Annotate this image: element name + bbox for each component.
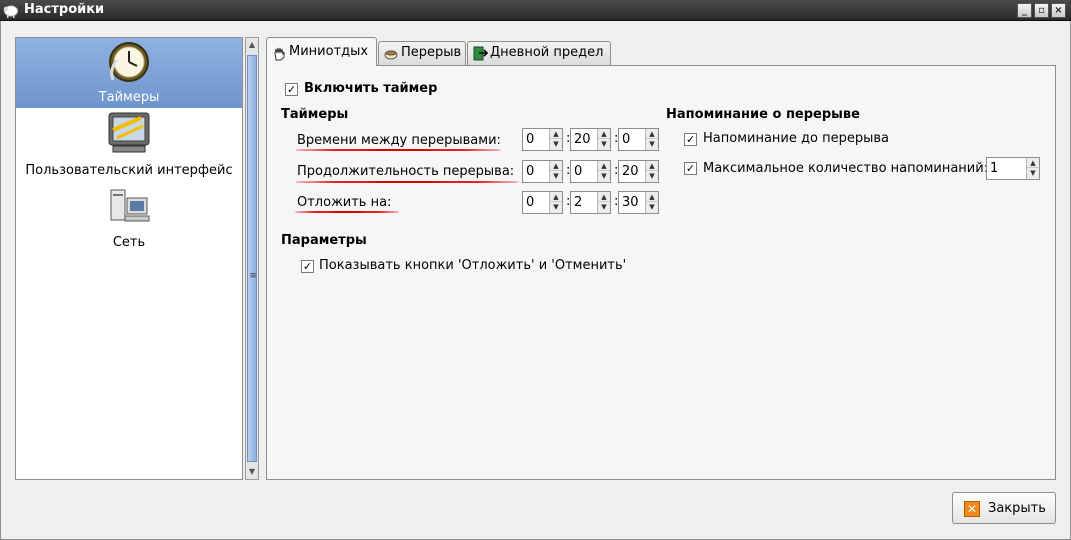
- spinner-value[interactable]: 0: [574, 164, 582, 179]
- close-icon: ✕: [964, 501, 980, 517]
- spin-down-icon[interactable]: ▼: [646, 202, 658, 212]
- reminder-before-label[interactable]: Напоминание до перерыва: [703, 131, 889, 146]
- spinner-value[interactable]: 2: [574, 195, 582, 210]
- duration-hours-spinner[interactable]: 0 ▲ ▼: [522, 160, 563, 183]
- title-bar: Настройки _ ▫ ×: [0, 0, 1071, 21]
- spin-up-icon[interactable]: ▲: [646, 192, 658, 202]
- postpone-label: Отложить на:: [297, 195, 392, 210]
- spin-up-icon[interactable]: ▲: [646, 161, 658, 171]
- spin-down-icon[interactable]: ▼: [598, 202, 610, 212]
- timers-heading: Таймеры: [281, 107, 349, 122]
- spin-up-icon[interactable]: ▲: [598, 192, 610, 202]
- spin-down-icon[interactable]: ▼: [550, 139, 562, 149]
- duration-seconds-spinner[interactable]: 20 ▲ ▼: [618, 160, 659, 183]
- grip-icon: ≡: [249, 271, 257, 281]
- postpone-hours-spinner[interactable]: 0 ▲ ▼: [522, 191, 563, 214]
- spinner-value[interactable]: 0: [526, 132, 534, 147]
- interval-hours-spinner[interactable]: 0 ▲ ▼: [522, 128, 563, 151]
- monitor-icon: [107, 110, 151, 154]
- sidebar-item-network[interactable]: Сеть: [16, 184, 242, 254]
- coffee-cup-icon: [384, 46, 399, 61]
- network-icon: [107, 186, 151, 230]
- interval-minutes-spinner[interactable]: 20 ▲ ▼: [570, 128, 611, 151]
- spinner-value[interactable]: 20: [574, 132, 591, 147]
- window-title: Настройки: [24, 2, 105, 17]
- tab-daily-limit[interactable]: Дневной предел: [467, 41, 611, 65]
- enable-timer-checkbox[interactable]: ✓: [285, 83, 298, 96]
- spin-up-icon[interactable]: ▲: [550, 129, 562, 139]
- spin-down-icon[interactable]: ▼: [1027, 168, 1039, 178]
- show-buttons-label[interactable]: Показывать кнопки 'Отложить' и 'Отменить…: [319, 258, 626, 273]
- tab-break[interactable]: Перерыв: [378, 41, 466, 65]
- scroll-down-arrow-icon[interactable]: ▼: [246, 465, 258, 479]
- spinner-value[interactable]: 30: [622, 195, 639, 210]
- sidebar-item-label: Сеть: [112, 235, 146, 250]
- max-reminders-spinner[interactable]: 1 ▲ ▼: [986, 157, 1040, 180]
- spin-down-icon[interactable]: ▼: [646, 139, 658, 149]
- sidebar: Таймеры Пользовательский интерфейс Сеть: [15, 37, 243, 480]
- spinner-value[interactable]: 0: [526, 195, 534, 210]
- sidebar-item-timers[interactable]: Таймеры: [16, 38, 242, 108]
- sidebar-item-label: Пользовательский интерфейс: [25, 163, 233, 178]
- duration-minutes-spinner[interactable]: 0 ▲ ▼: [570, 160, 611, 183]
- spin-up-icon[interactable]: ▲: [550, 192, 562, 202]
- sidebar-item-interface[interactable]: Пользовательский интерфейс: [16, 110, 242, 182]
- spin-down-icon[interactable]: ▼: [598, 171, 610, 181]
- reminder-heading: Напоминание о перерыве: [666, 107, 860, 122]
- tab-microbreak[interactable]: Миниотдых: [266, 37, 377, 66]
- interval-label: Времени между перерывами:: [297, 133, 501, 148]
- spin-up-icon[interactable]: ▲: [598, 129, 610, 139]
- postpone-minutes-spinner[interactable]: 2 ▲ ▼: [570, 191, 611, 214]
- spin-down-icon[interactable]: ▼: [550, 202, 562, 212]
- minimize-button[interactable]: _: [1017, 3, 1032, 18]
- tab-label: Дневной предел: [490, 45, 604, 60]
- spin-down-icon[interactable]: ▼: [598, 139, 610, 149]
- spinner-value[interactable]: 20: [622, 164, 639, 179]
- sidebar-item-label: Таймеры: [98, 90, 160, 105]
- show-buttons-checkbox[interactable]: ✓: [301, 260, 314, 273]
- annotation-underline: [295, 181, 519, 183]
- spin-up-icon[interactable]: ▲: [1027, 158, 1039, 168]
- maximize-button[interactable]: ▫: [1034, 3, 1049, 18]
- clock-icon: [107, 40, 151, 84]
- scroll-up-arrow-icon[interactable]: ▲: [246, 38, 258, 52]
- spinner-value[interactable]: 0: [622, 132, 630, 147]
- spin-down-icon[interactable]: ▼: [550, 171, 562, 181]
- exit-icon: [473, 46, 489, 61]
- reminder-before-checkbox[interactable]: ✓: [684, 133, 697, 146]
- close-window-button[interactable]: ×: [1051, 3, 1066, 18]
- spin-up-icon[interactable]: ▲: [598, 161, 610, 171]
- spin-up-icon[interactable]: ▲: [550, 161, 562, 171]
- interval-seconds-spinner[interactable]: 0 ▲ ▼: [618, 128, 659, 151]
- max-reminders-label[interactable]: Максимальное количество напоминаний:: [703, 161, 988, 176]
- params-heading: Параметры: [281, 233, 367, 248]
- close-button[interactable]: ✕ Закрыть: [952, 492, 1056, 524]
- scrollbar-thumb[interactable]: ≡: [247, 55, 257, 462]
- break-duration-label: Продолжительность перерыва:: [297, 164, 515, 179]
- annotation-underline: [295, 149, 501, 151]
- enable-timer-label[interactable]: Включить таймер: [304, 81, 437, 96]
- postpone-seconds-spinner[interactable]: 30 ▲ ▼: [618, 191, 659, 214]
- spinner-value[interactable]: 0: [526, 164, 534, 179]
- max-reminders-checkbox[interactable]: ✓: [684, 162, 697, 175]
- close-button-label: Закрыть: [988, 501, 1046, 516]
- tab-label: Миниотдых: [289, 44, 369, 59]
- hand-icon: [272, 44, 287, 61]
- annotation-underline: [295, 211, 399, 213]
- tab-page-microbreak: ✓ Включить таймер Таймеры Времени между …: [266, 65, 1056, 480]
- spin-down-icon[interactable]: ▼: [646, 171, 658, 181]
- app-sheep-icon: [3, 3, 19, 18]
- spin-up-icon[interactable]: ▲: [646, 129, 658, 139]
- sidebar-scrollbar[interactable]: ▲ ≡ ▼: [245, 37, 259, 480]
- spinner-value[interactable]: 1: [990, 161, 998, 176]
- tab-label: Перерыв: [401, 45, 462, 60]
